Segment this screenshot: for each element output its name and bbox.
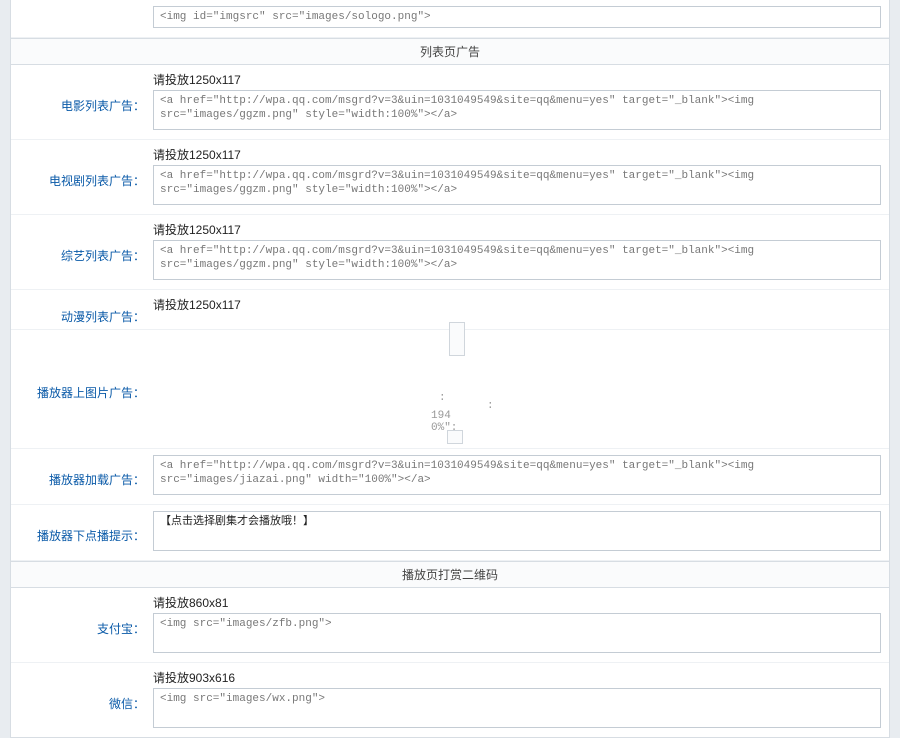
hint-alipay: 请投放860x81 [153, 594, 881, 611]
label-player-top: 播放器上图片广告： [11, 378, 151, 401]
settings-panel: 列表页广告 电影列表广告： 请投放1250x117 电视剧列表广告： 请投放12… [10, 0, 890, 738]
row-variety-list: 综艺列表广告： 请投放1250x117 [11, 215, 889, 290]
textarea-player-load[interactable] [153, 455, 881, 495]
row-tv-list: 电视剧列表广告： 请投放1250x117 [11, 140, 889, 215]
text-fragment-colon-1: : [439, 392, 446, 404]
row-alipay: 支付宝： 请投放860x81 [11, 588, 889, 663]
label-player-tip: 播放器下点播提示： [11, 521, 151, 544]
hint-variety-list: 请投放1250x117 [153, 221, 881, 238]
text-fragment-colon-2: : [487, 400, 494, 412]
scroll-fragment-1 [449, 322, 465, 356]
label-variety-list: 综艺列表广告： [11, 241, 151, 264]
row-movie-list: 电影列表广告： 请投放1250x117 [11, 65, 889, 140]
label-alipay: 支付宝： [11, 614, 151, 637]
row-top-fragment [11, 0, 889, 38]
textarea-movie-list[interactable] [153, 90, 881, 130]
text-fragment-num: 194 [431, 410, 451, 422]
row-player-tip: 播放器下点播提示： [11, 505, 889, 561]
textarea-alipay[interactable] [153, 613, 881, 653]
section-qr-codes: 播放页打赏二维码 [11, 561, 889, 588]
row-player-top: 播放器上图片广告： : : 194 0%": [11, 330, 889, 449]
row-player-load: 播放器加载广告： [11, 449, 889, 505]
textarea-variety-list[interactable] [153, 240, 881, 280]
hint-tv-list: 请投放1250x117 [153, 146, 881, 163]
label-player-load: 播放器加载广告： [11, 465, 151, 488]
textarea-player-tip[interactable] [153, 511, 881, 551]
scroll-fragment-2 [447, 430, 463, 444]
textarea-top-fragment[interactable] [153, 6, 881, 28]
label-tv-list: 电视剧列表广告： [11, 166, 151, 189]
section-list-ads: 列表页广告 [11, 38, 889, 65]
textarea-wechat[interactable] [153, 688, 881, 728]
hint-anime-list: 请投放1250x117 [153, 296, 881, 313]
obscured-region: : : 194 0%": [151, 330, 889, 448]
row-wechat: 微信： 请投放903x616 [11, 663, 889, 737]
textarea-tv-list[interactable] [153, 165, 881, 205]
hint-movie-list: 请投放1250x117 [153, 71, 881, 88]
label-wechat: 微信： [11, 689, 151, 712]
label-movie-list: 电影列表广告： [11, 91, 151, 114]
hint-wechat: 请投放903x616 [153, 669, 881, 686]
label-anime-list: 动漫列表广告： [11, 294, 151, 325]
label-top-fragment [11, 16, 151, 22]
